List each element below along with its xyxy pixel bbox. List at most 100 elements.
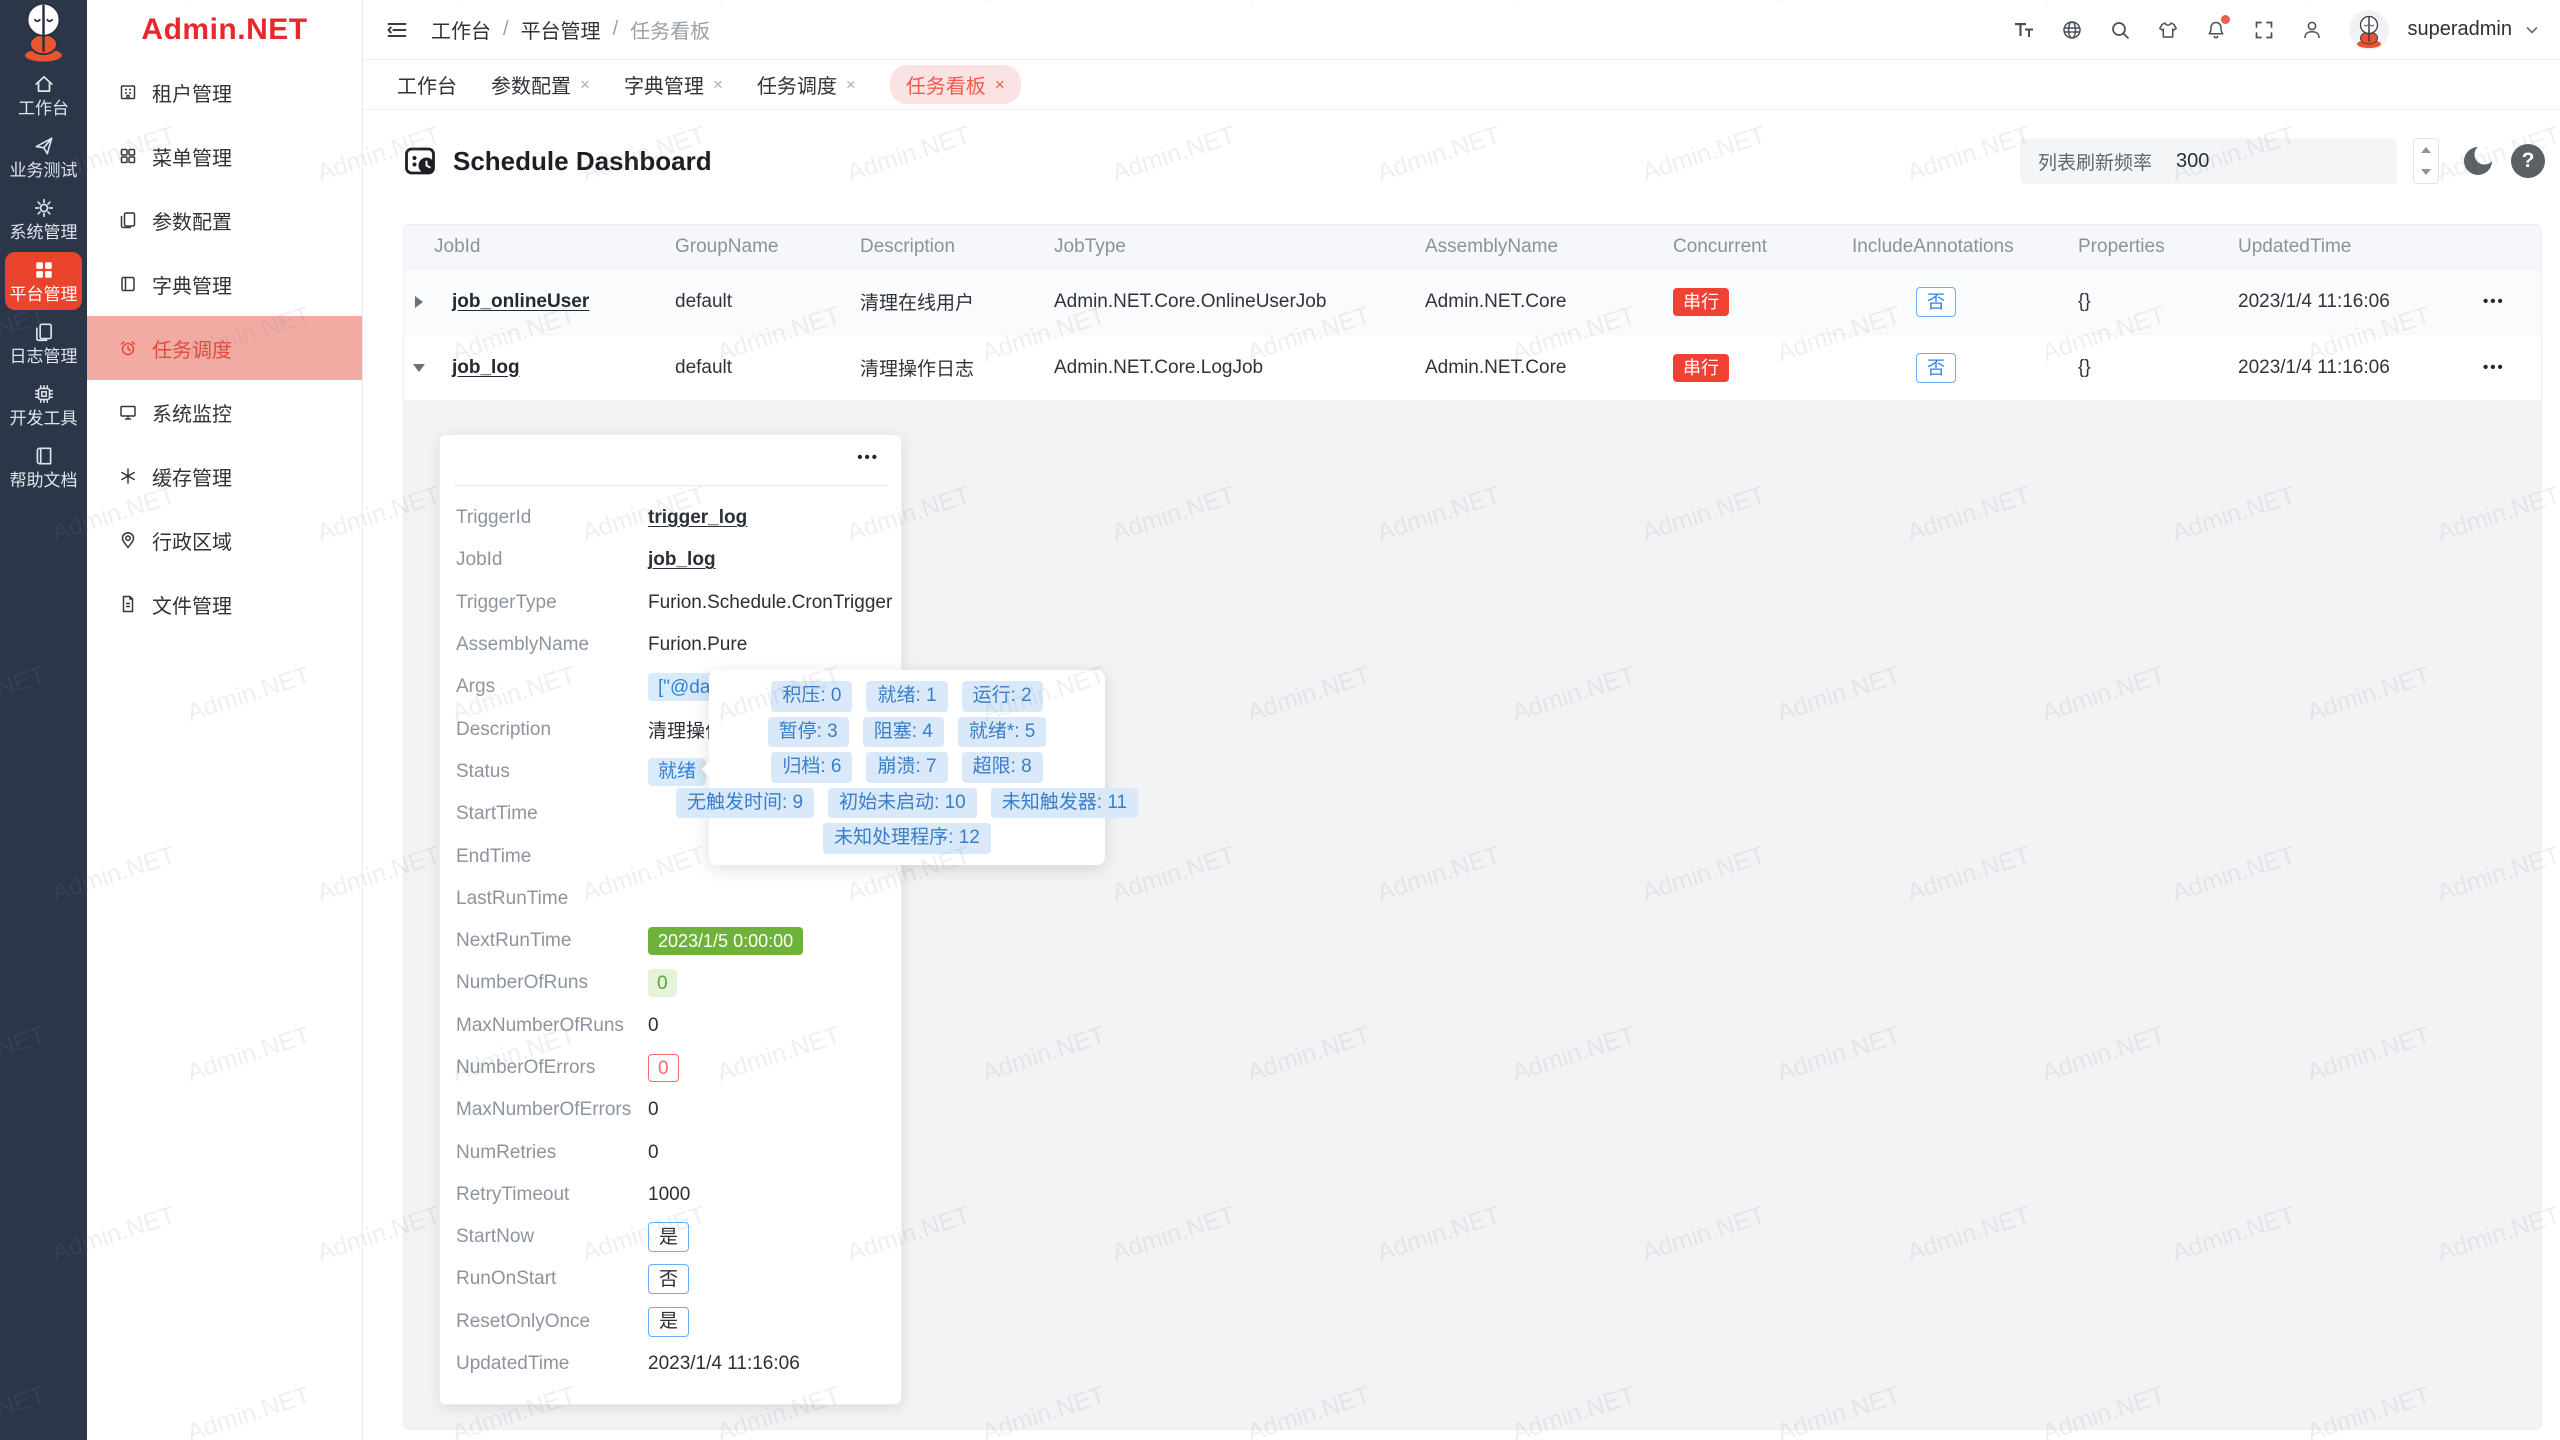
expanded-row-area: ••• TriggerIdtrigger_log JobIdjob_log Tr…: [404, 401, 2541, 1429]
sidebar-item-system-monitor[interactable]: 系统监控: [87, 380, 362, 444]
file-icon: [118, 594, 138, 614]
properties-cell: {}: [2078, 291, 2238, 313]
rail-item-dev-tools[interactable]: 开发工具: [0, 374, 87, 436]
assembly-name-cell: Admin.NET.Core: [1425, 291, 1673, 313]
job-id-link[interactable]: job_log: [648, 549, 716, 571]
sidebar-item-task-schedule[interactable]: 任务调度: [87, 316, 362, 380]
status-badge[interactable]: 就绪: [648, 758, 706, 786]
detail-value: 1000: [648, 1184, 690, 1206]
rail-item-business-test[interactable]: 业务测试: [0, 126, 87, 188]
rail-item-log-mgmt[interactable]: 日志管理: [0, 312, 87, 374]
include-annotations-badge: 否: [1916, 287, 1956, 317]
language-icon[interactable]: [2061, 19, 2083, 41]
detail-value: 2023/1/4 11:16:06: [648, 1353, 800, 1375]
status-legend-badge: 运行: 2: [962, 681, 1043, 712]
status-legend-badge: 超限: 8: [962, 752, 1043, 783]
row-actions-icon[interactable]: •••: [2463, 293, 2505, 310]
tab-param-config[interactable]: 参数配置 ×: [491, 70, 590, 99]
status-legend-badge: 积压: 0: [771, 681, 852, 712]
building-icon: [118, 82, 138, 102]
refresh-frequency-field[interactable]: 列表刷新频率: [2020, 138, 2397, 184]
number-of-errors-badge: 0: [648, 1054, 679, 1082]
tabbar: 工作台 参数配置 × 字典管理 × 任务调度 × 任务看板 ×: [363, 60, 2560, 110]
expand-row-icon[interactable]: [404, 296, 434, 308]
tab-close-icon[interactable]: ×: [713, 75, 723, 95]
sidebar: Admin.NET 租户管理 菜单管理 参数配置 字典管理 任务调度: [87, 0, 363, 1440]
table-row: job_log default 清理操作日志 Admin.NET.Core.Lo…: [404, 335, 2541, 401]
table-row: job_onlineUser default 清理在线用户 Admin.NET.…: [404, 269, 2541, 335]
concurrent-badge: 串行: [1673, 288, 1729, 316]
page-header-controls: 列表刷新频率 ?: [2020, 138, 2545, 184]
sidebar-item-cache-mgmt[interactable]: 缓存管理: [87, 444, 362, 508]
sidebar-item-menu-mgmt[interactable]: 菜单管理: [87, 124, 362, 188]
tab-close-icon[interactable]: ×: [580, 75, 590, 95]
rail-item-platform-mgmt[interactable]: 平台管理: [5, 252, 82, 310]
mascot-logo-icon[interactable]: [0, 0, 87, 64]
rail-item-system-mgmt[interactable]: 系统管理: [0, 188, 87, 250]
username-label[interactable]: superadmin: [2407, 18, 2512, 41]
job-id-link[interactable]: job_onlineUser: [452, 291, 589, 313]
rail-item-help-docs[interactable]: 帮助文档: [0, 436, 87, 498]
tab-label: 字典管理: [624, 70, 704, 99]
refresh-frequency-label: 列表刷新频率: [2038, 148, 2152, 175]
detail-actions-icon[interactable]: •••: [857, 449, 879, 466]
tab-dict-mgmt[interactable]: 字典管理 ×: [624, 70, 723, 99]
sidebar-item-tenant-mgmt[interactable]: 租户管理: [87, 60, 362, 124]
trigger-id-link[interactable]: trigger_log: [648, 507, 747, 529]
job-id-link[interactable]: job_log: [452, 357, 520, 379]
number-stepper: [2413, 138, 2439, 184]
stepper-up-icon[interactable]: [2414, 139, 2438, 161]
user-avatar[interactable]: [2349, 10, 2389, 50]
column-header: Properties: [2078, 236, 2238, 258]
assembly-name-cell: Admin.NET.Core: [1425, 357, 1673, 379]
sidebar-item-file-mgmt[interactable]: 文件管理: [87, 572, 362, 636]
notification-bell-icon[interactable]: [2205, 19, 2227, 41]
menu-fold-icon[interactable]: [385, 18, 409, 42]
job-type-cell: Admin.NET.Core.OnlineUserJob: [1054, 291, 1425, 313]
divider: [454, 485, 887, 486]
tab-label: 工作台: [397, 70, 457, 99]
tab-close-icon[interactable]: ×: [995, 75, 1005, 95]
rail-item-workbench[interactable]: 工作台: [0, 64, 87, 126]
description-cell: 清理操作日志: [860, 354, 1054, 381]
main-content: Schedule Dashboard 列表刷新频率 ? JobId Gr: [363, 110, 2560, 1440]
monitor-icon: [118, 402, 138, 422]
sidebar-item-dict-mgmt[interactable]: 字典管理: [87, 252, 362, 316]
status-legend-badge: 未知处理程序: 12: [823, 823, 991, 854]
topbar-actions: superadmin: [2013, 10, 2540, 50]
tab-task-schedule[interactable]: 任务调度 ×: [757, 70, 856, 99]
fullscreen-icon[interactable]: [2253, 19, 2275, 41]
notification-dot: [2221, 15, 2230, 24]
breadcrumb-item[interactable]: 平台管理: [521, 15, 601, 44]
sidebar-item-param-config[interactable]: 参数配置: [87, 188, 362, 252]
stepper-down-icon[interactable]: [2414, 161, 2438, 183]
tab-task-dashboard[interactable]: 任务看板 ×: [890, 65, 1021, 104]
group-name-cell: default: [675, 357, 860, 379]
refresh-frequency-input[interactable]: [2176, 150, 2316, 173]
breadcrumb-separator: /: [503, 18, 509, 41]
status-legend-badge: 就绪: 1: [866, 681, 947, 712]
search-icon[interactable]: [2109, 19, 2131, 41]
dark-mode-moon-icon[interactable]: [2461, 144, 2495, 178]
chevron-down-icon[interactable]: [2524, 22, 2540, 38]
status-legend-badge: 未知触发器: 11: [991, 788, 1138, 819]
sidebar-item-admin-region[interactable]: 行政区域: [87, 508, 362, 572]
font-size-icon[interactable]: [2013, 19, 2035, 41]
detail-value: Furion.Schedule.CronTrigger: [648, 592, 892, 614]
status-legend-badge: 阻塞: 4: [863, 717, 944, 748]
breadcrumb-item[interactable]: 工作台: [431, 15, 491, 44]
help-icon[interactable]: ?: [2511, 144, 2545, 178]
profile-person-icon[interactable]: [2301, 19, 2323, 41]
paper-plane-icon: [33, 135, 55, 157]
next-run-time-badge: 2023/1/5 0:00:00: [648, 927, 803, 955]
tab-workbench[interactable]: 工作台: [397, 70, 457, 99]
theme-shirt-icon[interactable]: [2157, 19, 2179, 41]
breadcrumb: 工作台 / 平台管理 / 任务看板: [431, 15, 710, 44]
status-legend-tooltip: 积压: 0 就绪: 1 运行: 2 暂停: 3 阻塞: 4 就绪*: 5 归档:…: [709, 670, 1105, 865]
row-actions-icon[interactable]: •••: [2463, 359, 2505, 376]
collapse-row-icon[interactable]: [404, 364, 434, 372]
chip-icon: [33, 383, 55, 405]
location-pin-icon: [118, 530, 138, 550]
column-header: Description: [860, 236, 1054, 258]
tab-close-icon[interactable]: ×: [846, 75, 856, 95]
